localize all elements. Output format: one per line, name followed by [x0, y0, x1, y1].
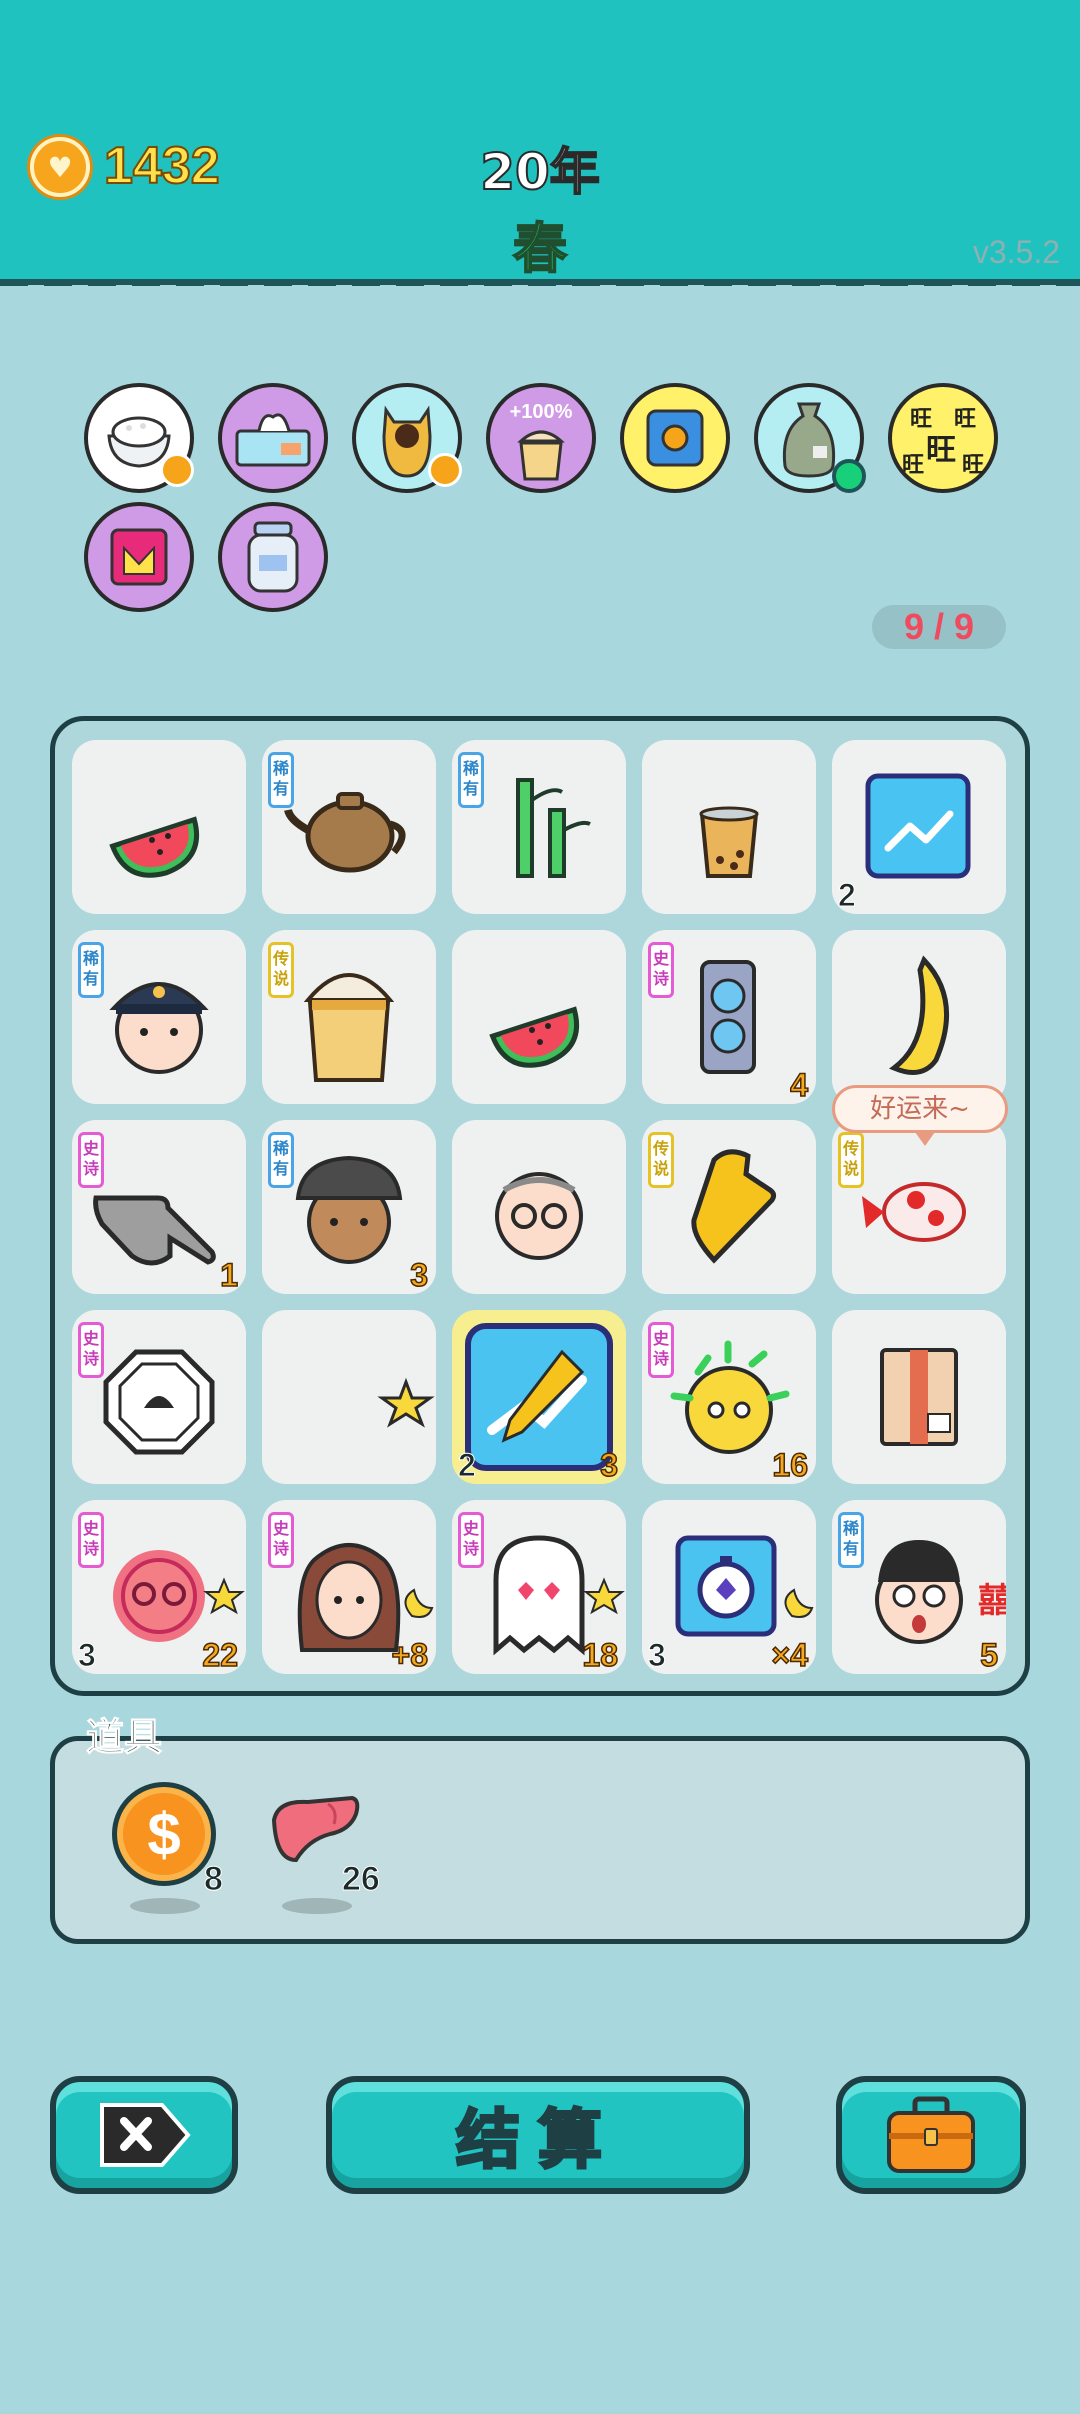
rarity-tag: 史 诗	[78, 1322, 104, 1378]
close-tag-icon	[100, 2103, 191, 2167]
board-cell[interactable]: 稀 有	[262, 740, 436, 914]
rarity-tag: 史 诗	[648, 942, 674, 998]
board-cell[interactable]: 史 诗 4	[642, 930, 816, 1104]
rarity-tag: 史 诗	[648, 1322, 674, 1378]
rarity-tag: 史 诗	[268, 1512, 294, 1568]
dollar-coin-count: 8	[204, 1860, 224, 1899]
cell-counter-left: 3	[78, 1637, 97, 1674]
board-cell[interactable]	[262, 1310, 436, 1484]
dollar-coin-icon[interactable]: $	[110, 1780, 220, 1920]
board-cell[interactable]: 史 诗 3 22	[72, 1500, 246, 1674]
board-cell[interactable]: 传 说	[832, 1120, 1006, 1294]
exit-button[interactable]	[50, 2076, 238, 2194]
board-cell[interactable]	[642, 740, 816, 914]
liver-count: 26	[342, 1860, 381, 1899]
wang-tile: 旺	[926, 433, 956, 468]
capacity-indicator: 9 / 9	[872, 605, 1006, 649]
wang-tile: 旺	[902, 453, 925, 478]
board-cell[interactable]	[832, 1310, 1006, 1484]
board-cell[interactable]: 稀 有	[72, 930, 246, 1104]
rarity-tag: 传 说	[268, 942, 294, 998]
board-cell[interactable]: 史 诗 1	[72, 1120, 246, 1294]
cell-counter-right: 3	[599, 1446, 618, 1484]
rarity-tag: 史 诗	[458, 1512, 484, 1568]
year-label: 20年	[479, 142, 601, 202]
cell-counter-right: 3	[409, 1256, 428, 1294]
milk-tea-boost-icon[interactable]: +100%	[486, 383, 596, 493]
heart-badge-icon	[160, 453, 194, 487]
cell-counter-right: 18	[582, 1636, 619, 1674]
board-cell[interactable]: 3 ×4	[642, 1500, 816, 1674]
board-cell[interactable]	[452, 1120, 626, 1294]
top-bar-divider	[0, 283, 1080, 286]
cat-icon[interactable]	[352, 383, 462, 493]
board-cell[interactable]: 传 说	[642, 1120, 816, 1294]
rarity-tag: 稀 有	[838, 1512, 864, 1568]
board-cell[interactable]: 稀 有	[452, 740, 626, 914]
version-label: v3.5.2	[972, 234, 1060, 270]
tissue-box-icon[interactable]	[218, 383, 328, 493]
money-bag-icon[interactable]	[754, 383, 866, 493]
cell-counter-right: 4	[789, 1066, 808, 1104]
items-title: 道具	[85, 1715, 163, 1760]
cell-counter-right: 22	[202, 1636, 239, 1674]
jar-icon[interactable]	[218, 502, 328, 612]
cell-counter-right: 1	[219, 1256, 238, 1294]
board-cell[interactable]: 23	[452, 1310, 626, 1484]
board-cell[interactable]: 稀 有 3	[262, 1120, 436, 1294]
rarity-tag: 史 诗	[78, 1512, 104, 1568]
rice-bowl-icon[interactable]	[84, 383, 194, 493]
svg-text:囍: 囍	[978, 1581, 1006, 1621]
board-cell[interactable]: 史 诗 16	[642, 1310, 816, 1484]
cell-counter-right: 5	[979, 1636, 998, 1674]
rarity-tag: 稀 有	[268, 1132, 294, 1188]
board-cell[interactable]: 囍 稀 有 5	[832, 1500, 1006, 1674]
wang-tile: 旺	[954, 407, 977, 432]
boost-label: +100%	[509, 401, 573, 423]
board-cell[interactable]	[832, 930, 1006, 1104]
cell-counter-right: ×4	[771, 1636, 809, 1674]
lucky-speech-bubble: 好运来~	[832, 1085, 1008, 1146]
board-cell[interactable]: 史 诗 +8	[262, 1500, 436, 1674]
wang-tiles-icon[interactable]: 旺 旺 旺 旺 旺	[888, 383, 998, 493]
board-cell[interactable]: 传 说	[262, 930, 436, 1104]
wang-tile: 旺	[962, 453, 985, 478]
rarity-tag: 稀 有	[268, 752, 294, 808]
liver-icon[interactable]	[268, 1790, 368, 1920]
cell-counter-left: 3	[648, 1637, 667, 1674]
pink-box-icon[interactable]	[84, 502, 194, 612]
board-cell[interactable]	[452, 930, 626, 1104]
cell-counter-right: 16	[772, 1446, 809, 1484]
board-cell[interactable]: 史 诗 18	[452, 1500, 626, 1674]
cell-counter-left: 2	[838, 877, 857, 914]
briefcase-icon	[887, 2096, 975, 2173]
board-cell[interactable]	[72, 740, 246, 914]
season-label: 春	[512, 216, 568, 281]
board-cell[interactable]: 2	[832, 740, 1006, 914]
settle-button[interactable]: 结算	[326, 2076, 750, 2194]
rarity-tag: 稀 有	[458, 752, 484, 808]
cell-counter-left: 2	[458, 1447, 477, 1484]
rarity-tag: 传 说	[648, 1132, 674, 1188]
cell-counter-right: +8	[391, 1636, 429, 1674]
heart-badge-icon	[428, 453, 462, 487]
bag-button[interactable]	[836, 2076, 1026, 2194]
rarity-tag: 传 说	[838, 1132, 864, 1188]
rarity-tag: 稀 有	[78, 942, 104, 998]
rarity-tag: 史 诗	[78, 1132, 104, 1188]
board-cell[interactable]: 史 诗	[72, 1310, 246, 1484]
safe-icon[interactable]	[620, 383, 730, 493]
settle-button-label: 结算	[455, 2103, 620, 2180]
status-indicator-dot	[832, 459, 866, 493]
